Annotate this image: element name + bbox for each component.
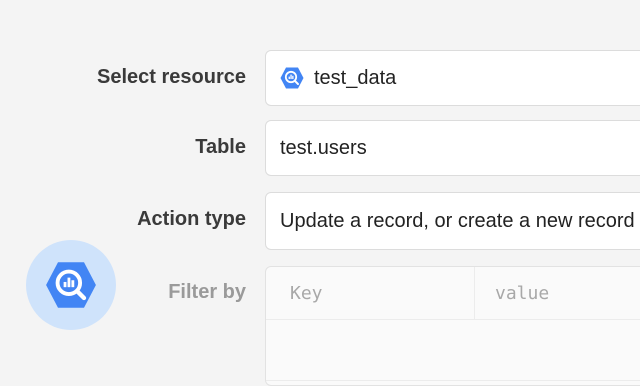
bigquery-icon (46, 262, 96, 308)
filter-by-label: Filter by (168, 281, 246, 303)
action-type-label: Action type (137, 208, 246, 230)
resource-select[interactable]: test_data (265, 50, 640, 106)
bigquery-icon (280, 67, 304, 89)
resource-value: test_data (314, 66, 397, 89)
select-resource-label: Select resource (97, 66, 246, 88)
filter-value-input[interactable]: value (475, 267, 640, 319)
filter-key-input[interactable]: Key (266, 267, 475, 319)
table-input[interactable]: test.users (265, 120, 640, 176)
action-type-value: Update a record, or create a new record (280, 209, 635, 232)
action-type-select[interactable]: Update a record, or create a new record (265, 192, 640, 250)
table-label: Table (195, 136, 246, 158)
filter-row-empty (266, 320, 640, 381)
filter-row: Key value (266, 267, 640, 320)
filter-table: Key value (265, 266, 640, 386)
bigquery-badge (26, 240, 116, 330)
table-value: test.users (280, 136, 367, 159)
